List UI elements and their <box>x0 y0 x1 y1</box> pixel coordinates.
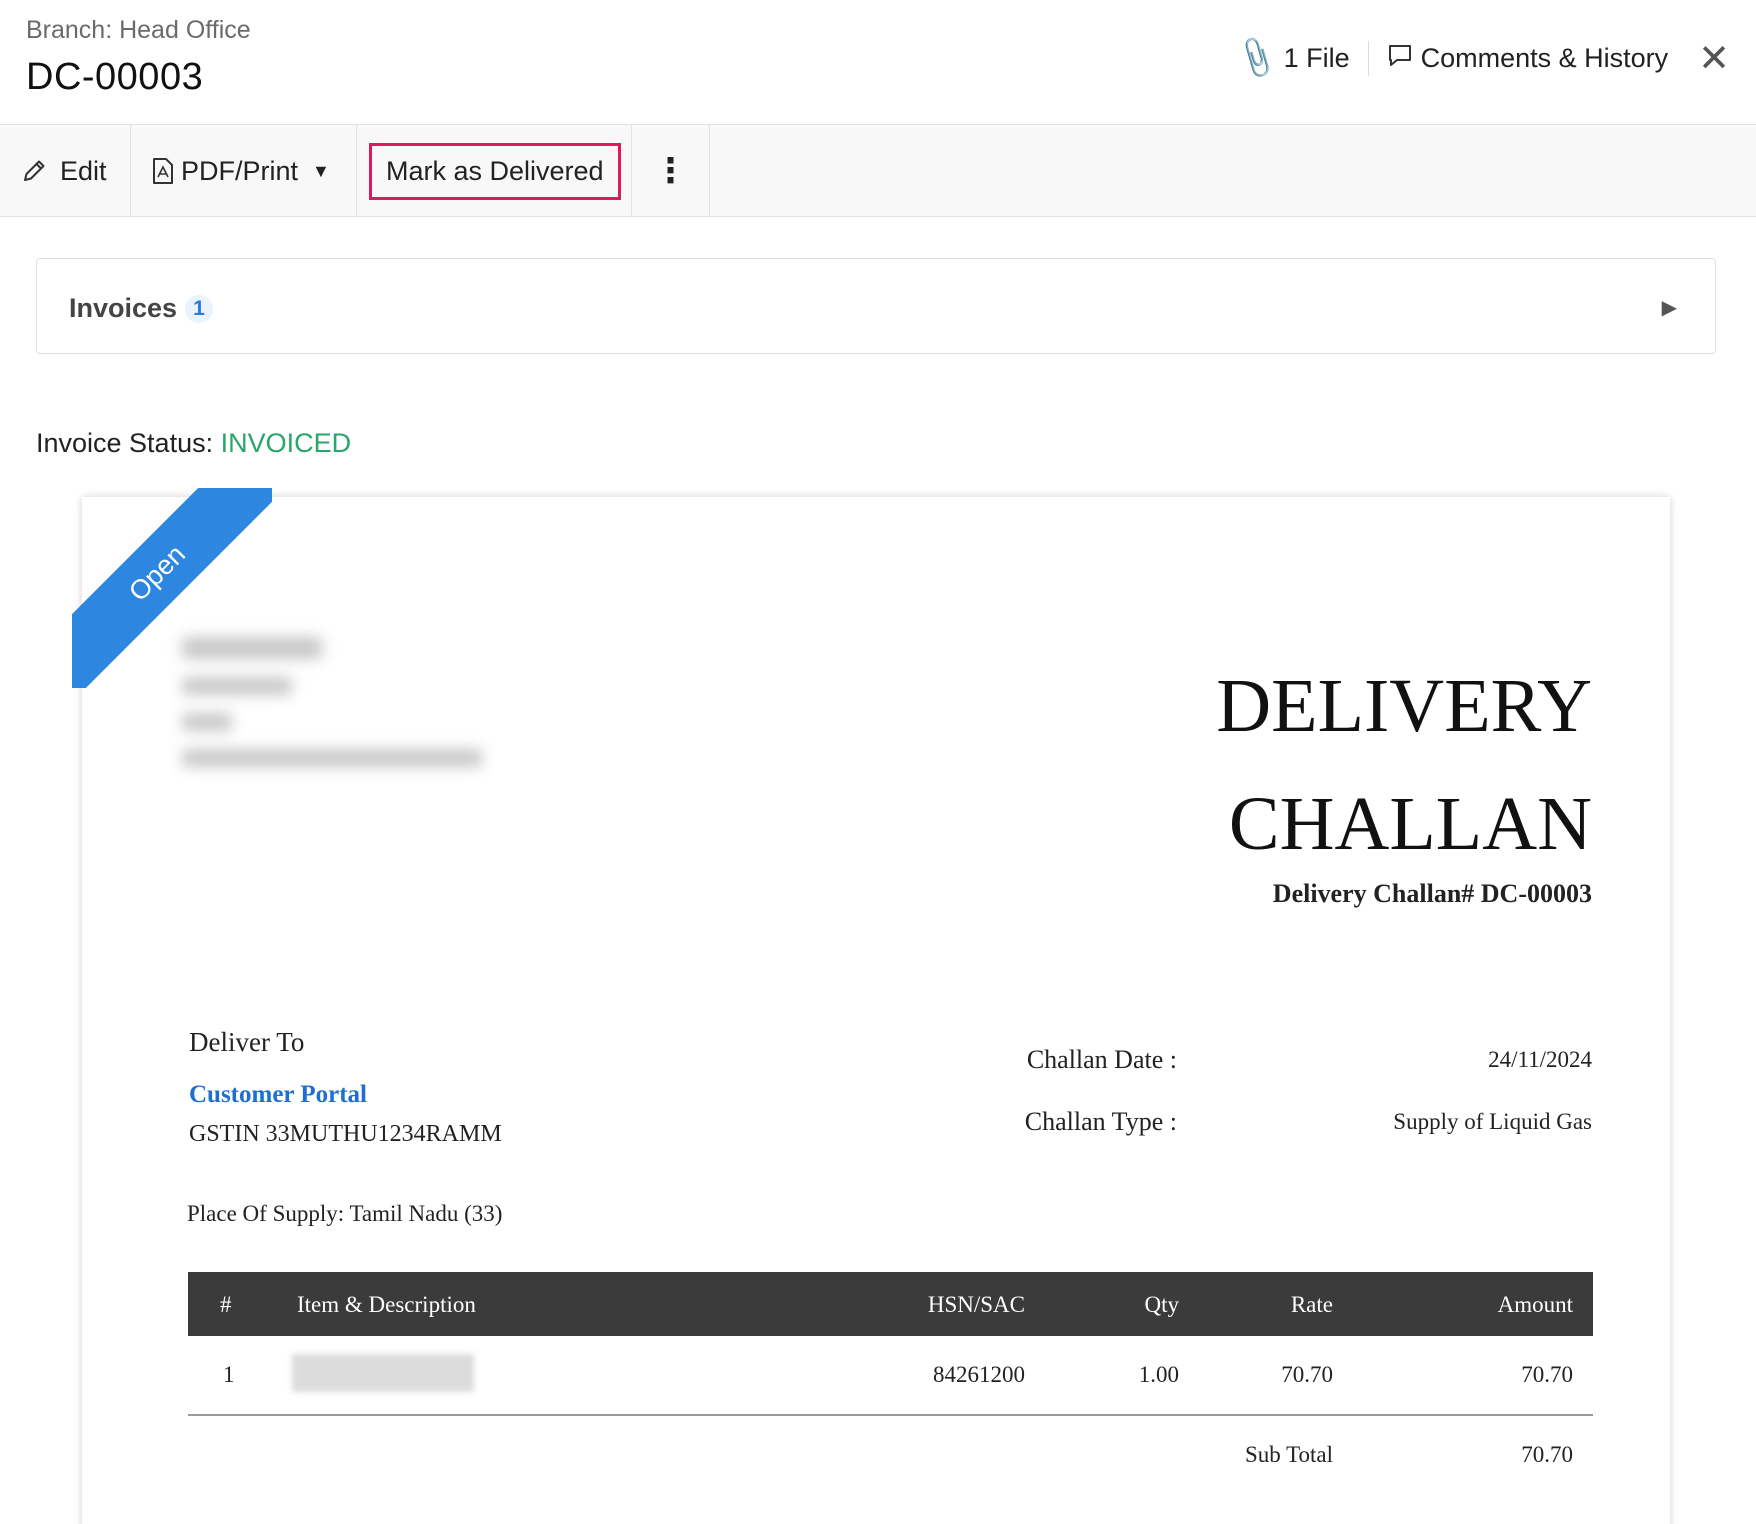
row-rate: 70.70 <box>1281 1362 1333 1388</box>
pdf-print-button[interactable]: PDF/Print ▼ <box>131 125 357 217</box>
table-row: 1 84261200 1.00 70.70 70.70 <box>188 1336 1593 1416</box>
items-table: # Item & Description HSN/SAC Qty Rate Am… <box>188 1272 1593 1496</box>
invoices-panel[interactable]: Invoices 1 ▶ <box>36 258 1716 354</box>
status-ribbon-label: Open <box>72 488 272 688</box>
pencil-icon <box>20 157 48 185</box>
comments-history-label: Comments & History <box>1421 43 1669 74</box>
more-options-icon[interactable]: ⋮ <box>632 125 710 217</box>
page-header: Branch: Head Office DC-00003 📎 1 File Co… <box>0 0 1756 125</box>
items-table-header: # Item & Description HSN/SAC Qty Rate Am… <box>188 1272 1593 1336</box>
invoices-count-badge: 1 <box>185 295 213 323</box>
caret-right-icon: ▶ <box>1662 295 1677 320</box>
edit-label: Edit <box>60 156 107 187</box>
invoices-label: Invoices <box>69 293 177 324</box>
heading-line-2: CHALLAN <box>1216 765 1592 883</box>
challan-date-label: Challan Date : <box>877 1045 1177 1075</box>
edit-button[interactable]: Edit <box>0 125 131 217</box>
challan-number: Delivery Challan# DC-00003 <box>1273 879 1592 909</box>
row-amount: 70.70 <box>1521 1362 1573 1388</box>
subtotal-value: 70.70 <box>1521 1442 1573 1468</box>
item-description-redacted <box>292 1354 474 1392</box>
col-header-index: # <box>220 1292 232 1318</box>
challan-type-label: Challan Type : <box>877 1107 1177 1137</box>
header-actions: 📎 1 File Comments & History ✕ <box>1238 36 1756 80</box>
pdf-icon <box>151 157 175 185</box>
col-header-qty: Qty <box>1145 1292 1180 1318</box>
paperclip-icon: 📎 <box>1233 34 1282 82</box>
action-toolbar: Edit PDF/Print ▼ Mark as Delivered ⋮ <box>0 125 1756 217</box>
heading-line-1: DELIVERY <box>1216 647 1592 765</box>
caret-down-icon: ▼ <box>312 161 330 182</box>
attachments-button[interactable]: 📎 1 File <box>1238 41 1368 76</box>
row-index: 1 <box>223 1362 235 1388</box>
place-of-supply: Place Of Supply: Tamil Nadu (33) <box>187 1201 502 1227</box>
branch-label: Branch: Head Office <box>26 16 251 45</box>
document-heading: DELIVERY CHALLAN <box>1216 647 1592 883</box>
invoice-status-label: Invoice Status: <box>36 428 221 458</box>
subtotal-label: Sub Total <box>1245 1442 1333 1468</box>
col-header-hsn: HSN/SAC <box>928 1292 1025 1318</box>
status-ribbon: Open <box>72 488 272 688</box>
row-qty: 1.00 <box>1139 1362 1179 1388</box>
mark-as-delivered-button[interactable]: Mark as Delivered <box>369 143 621 200</box>
close-icon[interactable]: ✕ <box>1698 36 1730 81</box>
mark-delivered-cell: Mark as Delivered <box>357 125 632 217</box>
challan-date-value: 24/11/2024 <box>1262 1047 1592 1073</box>
challan-document: DELIVERY CHALLAN Delivery Challan# DC-00… <box>82 497 1670 1524</box>
deliver-to-label: Deliver To <box>189 1027 304 1058</box>
invoice-status-value: INVOICED <box>221 428 352 458</box>
col-header-amount: Amount <box>1498 1292 1573 1318</box>
customer-gstin: GSTIN 33MUTHU1234RAMM <box>189 1121 502 1148</box>
comment-icon <box>1387 43 1413 74</box>
invoice-status: Invoice Status: INVOICED <box>36 428 351 459</box>
row-hsn: 84261200 <box>933 1362 1025 1388</box>
page-title: DC-00003 <box>26 56 203 99</box>
comments-history-button[interactable]: Comments & History <box>1387 43 1669 74</box>
attachments-label: 1 File <box>1284 43 1350 74</box>
col-header-rate: Rate <box>1291 1292 1333 1318</box>
pdf-print-label: PDF/Print <box>181 156 298 187</box>
challan-type-value: Supply of Liquid Gas <box>1262 1109 1592 1135</box>
col-header-item: Item & Description <box>297 1292 476 1318</box>
customer-name-link[interactable]: Customer Portal <box>189 1081 367 1109</box>
subtotal-row: Sub Total 70.70 <box>188 1416 1593 1496</box>
